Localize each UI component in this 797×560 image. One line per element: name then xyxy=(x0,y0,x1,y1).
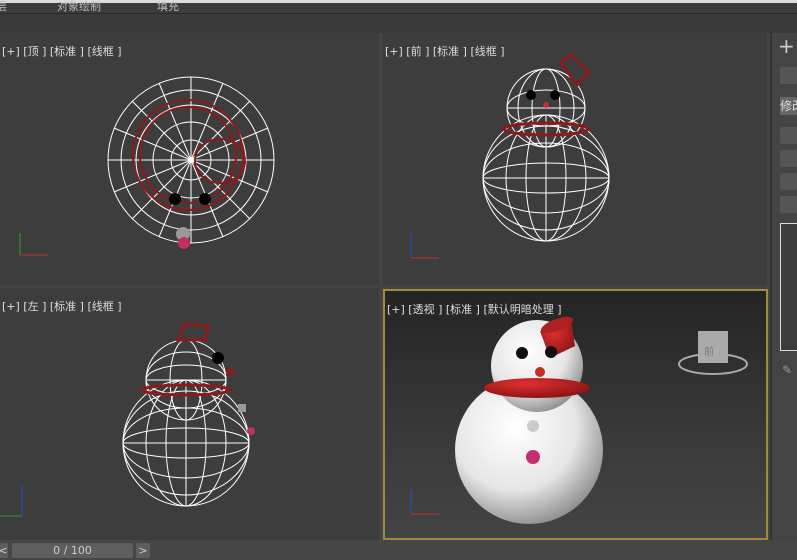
left-view-wireframe xyxy=(0,322,255,517)
panel-button[interactable] xyxy=(780,196,797,213)
viewport-label[interactable]: [+] [顶 ] [标准 ] [线框 ] xyxy=(2,43,122,59)
top-view-wireframe xyxy=(19,76,275,256)
command-panel: + 修改 ✎ xyxy=(770,33,797,540)
perspective-view-snowman xyxy=(410,316,748,524)
menu-item-object-paint[interactable]: 对象绘制 xyxy=(57,0,101,14)
panel-button[interactable] xyxy=(780,67,797,84)
panel-button[interactable] xyxy=(780,173,797,190)
prev-frame-button[interactable]: < xyxy=(0,543,8,558)
time-slider[interactable]: 0 / 100 xyxy=(12,543,133,558)
viewport-label[interactable]: [+] [前 ] [标准 ] [线框 ] xyxy=(385,43,505,59)
viewport-perspective[interactable]: [+] [透视 ] [标准 ] [默认明暗处理 ] 前 xyxy=(383,289,768,540)
time-slider-bar: < 0 / 100 > xyxy=(0,540,797,560)
menu-item-populate[interactable]: 填充 xyxy=(157,0,179,14)
viewport-label[interactable]: [+] [透视 ] [标准 ] [默认明暗处理 ] xyxy=(387,301,562,317)
viewport-left[interactable]: [+] [左 ] [标准 ] [线框 ] xyxy=(0,288,379,540)
viewport-front[interactable]: [+] [前 ] [标准 ] [线框 ] xyxy=(383,33,767,285)
plus-icon[interactable]: + xyxy=(778,35,795,57)
front-view-wireframe xyxy=(410,52,610,259)
toolbar xyxy=(0,13,797,33)
modify-tab[interactable]: 修改 xyxy=(780,97,797,115)
panel-button[interactable] xyxy=(780,127,797,144)
menu-item-layer[interactable]: 层 xyxy=(0,0,7,14)
pin-icon[interactable]: ✎ xyxy=(782,363,792,377)
viewport-top[interactable]: [+] [顶 ] [标准 ] [线框 ] xyxy=(0,33,379,285)
panel-button[interactable] xyxy=(780,150,797,167)
viewcube-face-label: 前 xyxy=(704,347,714,358)
modifier-stack-list[interactable] xyxy=(780,223,797,351)
viewport-label[interactable]: [+] [左 ] [标准 ] [线框 ] xyxy=(2,298,122,314)
menu-bar: 层 对象绘制 填充 xyxy=(0,0,797,13)
next-frame-button[interactable]: > xyxy=(136,543,150,558)
